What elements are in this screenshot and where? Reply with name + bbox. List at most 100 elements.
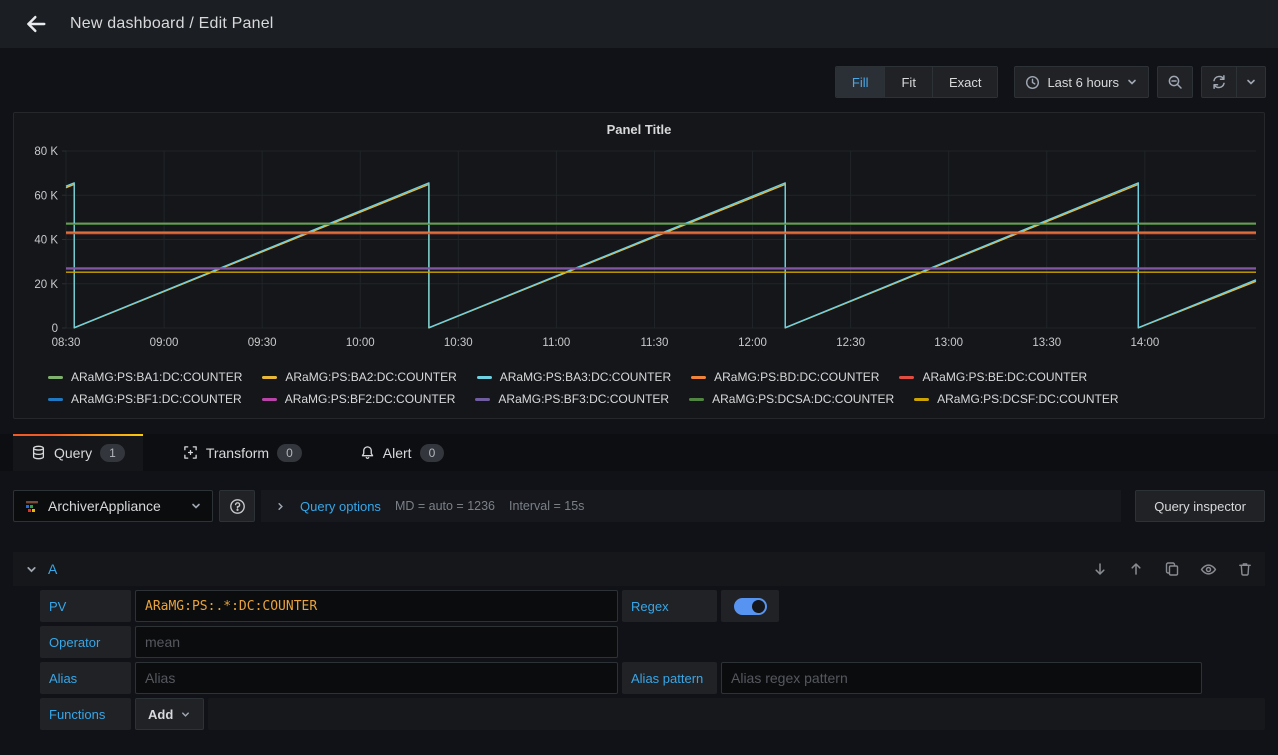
- svg-text:11:00: 11:00: [542, 337, 570, 349]
- regex-toggle[interactable]: [721, 590, 779, 622]
- legend-item[interactable]: ARaMG:PS:BA1:DC:COUNTER: [48, 368, 242, 386]
- display-mode-fill-button[interactable]: Fill: [836, 67, 886, 97]
- legend-series-label[interactable]: ARaMG:PS:BF1:DC:COUNTER: [71, 392, 242, 406]
- bell-icon: [360, 445, 375, 460]
- legend-series-swatch: [914, 398, 929, 401]
- pv-row: PV Regex: [40, 590, 1265, 622]
- alias-pattern-label: Alias pattern: [622, 662, 717, 694]
- help-circle-icon: [229, 498, 246, 515]
- svg-text:11:30: 11:30: [640, 337, 668, 349]
- tab-alert-label: Alert: [383, 445, 412, 461]
- add-function-button[interactable]: Add: [135, 698, 204, 730]
- alias-pattern-input[interactable]: [721, 662, 1202, 694]
- legend-item[interactable]: ARaMG:PS:DCSF:DC:COUNTER: [914, 390, 1118, 408]
- database-icon: [31, 445, 46, 460]
- time-series-chart[interactable]: 020 K40 K60 K80 K08:3009:0009:3010:0010:…: [22, 143, 1256, 366]
- legend-series-label[interactable]: ARaMG:PS:BA3:DC:COUNTER: [500, 370, 671, 384]
- chevron-down-icon[interactable]: [25, 563, 38, 576]
- legend-series-label[interactable]: ARaMG:PS:BD:DC:COUNTER: [714, 370, 879, 384]
- refresh-button[interactable]: [1201, 66, 1237, 98]
- svg-text:12:30: 12:30: [836, 337, 865, 349]
- refresh-button-group: [1201, 66, 1266, 98]
- tab-alert[interactable]: Alert 0: [342, 434, 462, 471]
- delete-query-trash-icon[interactable]: [1237, 561, 1253, 577]
- query-row-header[interactable]: A: [13, 552, 1265, 586]
- alias-input[interactable]: [135, 662, 618, 694]
- legend-series-swatch: [48, 376, 63, 379]
- move-query-up-icon[interactable]: [1128, 561, 1144, 577]
- operator-row: Operator: [40, 626, 1265, 658]
- svg-text:12:00: 12:00: [738, 337, 767, 349]
- legend-item[interactable]: ARaMG:PS:BD:DC:COUNTER: [691, 368, 879, 386]
- chevron-down-icon: [180, 709, 191, 720]
- zoom-out-button[interactable]: [1157, 66, 1193, 98]
- legend-item[interactable]: ARaMG:PS:BA2:DC:COUNTER: [262, 368, 456, 386]
- time-range-picker[interactable]: Last 6 hours: [1014, 66, 1149, 98]
- chevron-down-icon: [190, 500, 202, 512]
- legend-series-label[interactable]: ARaMG:PS:BA1:DC:COUNTER: [71, 370, 242, 384]
- legend-series-label[interactable]: ARaMG:PS:DCSA:DC:COUNTER: [712, 392, 894, 406]
- legend-series-swatch: [477, 376, 492, 379]
- display-mode-fit-button[interactable]: Fit: [885, 67, 932, 97]
- query-editor-form: PV Regex Operator Alias Alias pattern Fu…: [40, 590, 1265, 730]
- svg-text:13:00: 13:00: [934, 337, 963, 349]
- svg-text:20 K: 20 K: [34, 279, 58, 291]
- legend-series-label[interactable]: ARaMG:PS:DCSF:DC:COUNTER: [937, 392, 1118, 406]
- tab-alert-count: 0: [420, 444, 445, 462]
- query-row-actions: [1092, 561, 1253, 578]
- functions-label: Functions: [40, 698, 131, 730]
- alias-label: Alias: [40, 662, 131, 694]
- clock-icon: [1025, 75, 1040, 90]
- legend-series-swatch: [262, 398, 277, 401]
- svg-text:60 K: 60 K: [34, 190, 58, 202]
- legend-item[interactable]: ARaMG:PS:BF2:DC:COUNTER: [262, 390, 456, 408]
- operator-input[interactable]: [135, 626, 618, 658]
- legend-series-swatch: [689, 398, 704, 401]
- functions-list-area[interactable]: [208, 698, 1265, 730]
- duplicate-query-icon[interactable]: [1164, 561, 1180, 577]
- svg-text:14:00: 14:00: [1130, 337, 1159, 349]
- refresh-interval-dropdown[interactable]: [1237, 66, 1266, 98]
- pv-input[interactable]: [135, 590, 618, 622]
- operator-label: Operator: [40, 626, 131, 658]
- tab-query[interactable]: Query 1: [13, 434, 143, 471]
- tab-query-label: Query: [54, 445, 92, 461]
- display-mode-group: Fill Fit Exact: [835, 66, 999, 98]
- tab-transform[interactable]: Transform 0: [165, 434, 320, 471]
- legend-item[interactable]: ARaMG:PS:DCSA:DC:COUNTER: [689, 390, 894, 408]
- svg-text:40 K: 40 K: [34, 235, 58, 247]
- top-navigation-bar: New dashboard / Edit Panel: [0, 0, 1278, 48]
- query-header-row: ArchiverAppliance Query options MD = aut…: [13, 490, 1265, 522]
- datasource-help-button[interactable]: [219, 490, 255, 522]
- refresh-icon: [1211, 74, 1227, 90]
- chevron-down-icon: [1126, 76, 1138, 88]
- regex-label: Regex: [622, 590, 717, 622]
- legend-series-label[interactable]: ARaMG:PS:BE:DC:COUNTER: [922, 370, 1087, 384]
- legend-series-label[interactable]: ARaMG:PS:BF2:DC:COUNTER: [285, 392, 456, 406]
- panel-toolbar: Fill Fit Exact Last 6 hours: [12, 66, 1266, 98]
- legend-item[interactable]: ARaMG:PS:BF1:DC:COUNTER: [48, 390, 242, 408]
- transform-icon: [183, 445, 198, 460]
- toggle-switch-on[interactable]: [734, 598, 767, 615]
- legend-item[interactable]: ARaMG:PS:BF3:DC:COUNTER: [475, 390, 669, 408]
- disable-query-eye-icon[interactable]: [1200, 561, 1217, 578]
- query-inspector-button[interactable]: Query inspector: [1135, 490, 1265, 522]
- datasource-name: ArchiverAppliance: [48, 498, 182, 514]
- legend-series-label[interactable]: ARaMG:PS:BA2:DC:COUNTER: [285, 370, 456, 384]
- legend-item[interactable]: ARaMG:PS:BE:DC:COUNTER: [899, 368, 1087, 386]
- legend-series-label[interactable]: ARaMG:PS:BF3:DC:COUNTER: [498, 392, 669, 406]
- svg-text:0: 0: [52, 323, 58, 335]
- move-query-down-icon[interactable]: [1092, 561, 1108, 577]
- back-button[interactable]: [16, 4, 56, 44]
- svg-text:80 K: 80 K: [34, 146, 58, 158]
- legend-series-swatch: [691, 376, 706, 379]
- editor-tabs: Query 1 Transform 0 Alert 0: [0, 434, 1278, 471]
- panel-title[interactable]: Panel Title: [22, 119, 1256, 143]
- datasource-picker[interactable]: ArchiverAppliance: [13, 490, 213, 522]
- query-options-toggle[interactable]: Query options MD = auto = 1236 Interval …: [261, 490, 1121, 522]
- svg-text:13:30: 13:30: [1032, 337, 1061, 349]
- search-minus-icon: [1167, 74, 1183, 90]
- legend-item[interactable]: ARaMG:PS:BA3:DC:COUNTER: [477, 368, 671, 386]
- display-mode-exact-button[interactable]: Exact: [933, 67, 998, 97]
- query-options-interval: Interval = 15s: [509, 499, 584, 513]
